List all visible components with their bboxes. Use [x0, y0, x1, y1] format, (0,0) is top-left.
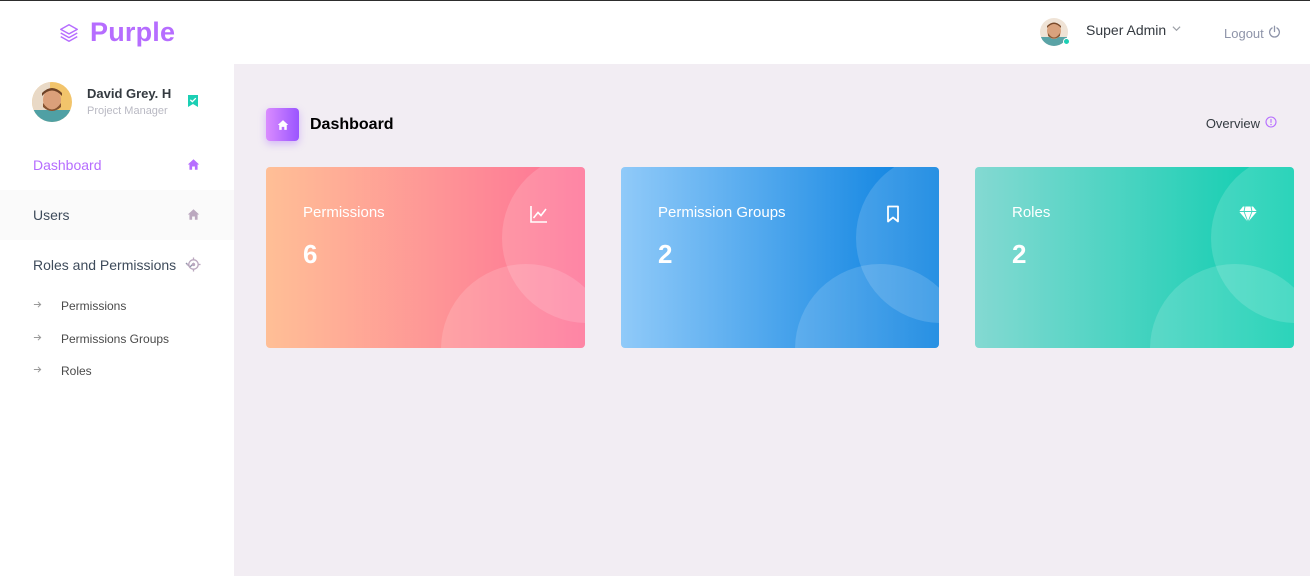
layers-icon	[58, 22, 80, 44]
user-menu-dropdown[interactable]: Super Admin	[1086, 22, 1181, 38]
overview-link[interactable]: Overview	[1206, 116, 1277, 131]
logout-label: Logout	[1224, 25, 1264, 41]
online-status-dot	[1063, 38, 1070, 45]
profile-role: Project Manager	[87, 105, 168, 117]
stat-card-permission-groups[interactable]: Permission Groups 2	[621, 167, 939, 348]
stat-card-roles[interactable]: Roles 2	[975, 167, 1294, 348]
arrow-right-icon	[33, 365, 44, 377]
brand-logo[interactable]: Purple	[58, 17, 175, 48]
arrow-right-icon	[33, 300, 44, 312]
overview-label: Overview	[1205, 116, 1260, 131]
sidebar-subitem-permissions-groups[interactable]: Permissions Groups	[33, 328, 223, 350]
card-decoration-circle	[441, 264, 585, 348]
diamond-icon	[1238, 204, 1258, 224]
sidebar-item-roles-and-permissions[interactable]: Roles and Permissions	[0, 240, 234, 290]
arrow-right-icon	[33, 333, 44, 345]
subitem-label: Permissions Groups	[61, 332, 170, 346]
sidebar-item-label: Users	[33, 207, 70, 223]
sidebar-item-label: Roles and Permissions	[33, 257, 177, 273]
profile-name: David Grey. H	[87, 86, 172, 101]
page-header: Dashboard	[266, 108, 394, 141]
sidebar-item-dashboard[interactable]: Dashboard	[0, 140, 234, 190]
sidebar: David Grey. H Project Manager Dashboard …	[0, 64, 234, 576]
top-navbar: Purple Super Admin Logout	[0, 1, 1310, 64]
home-icon	[266, 108, 299, 141]
home-icon	[186, 207, 201, 222]
main-content: Dashboard Overview Permissions 6 Permiss…	[234, 64, 1310, 576]
card-value: 2	[1012, 239, 1027, 269]
subitem-label: Roles	[61, 364, 92, 378]
user-name: Super Admin	[1086, 22, 1167, 38]
logout-button[interactable]: Logout	[1224, 25, 1281, 41]
card-decoration-circle	[1150, 264, 1294, 348]
bookmark-check-icon	[187, 94, 199, 108]
sidebar-item-label: Dashboard	[33, 157, 102, 173]
card-title: Permissions	[303, 204, 385, 221]
page-title: Dashboard	[310, 115, 394, 133]
sidebar-profile[interactable]: David Grey. H Project Manager	[32, 82, 212, 122]
brand-name: Purple	[90, 17, 176, 47]
profile-avatar	[32, 82, 72, 122]
sidebar-item-users[interactable]: Users	[0, 190, 234, 240]
card-value: 2	[658, 239, 673, 269]
card-value: 6	[303, 239, 318, 269]
subitem-label: Permissions	[61, 299, 127, 313]
card-title: Roles	[1012, 204, 1051, 221]
home-icon	[186, 157, 201, 172]
crosshairs-icon	[186, 257, 201, 272]
sidebar-subitem-roles[interactable]: Roles	[33, 360, 223, 382]
stat-card-permissions[interactable]: Permissions 6	[266, 167, 585, 348]
sidebar-subitem-permissions[interactable]: Permissions	[33, 295, 223, 317]
card-title: Permission Groups	[658, 204, 786, 221]
power-icon	[1268, 25, 1281, 41]
chart-line-icon	[529, 204, 549, 224]
chevron-down-icon	[1172, 24, 1181, 36]
navbar-user-avatar[interactable]	[1040, 18, 1070, 46]
card-decoration-circle	[795, 264, 939, 348]
info-icon	[1265, 116, 1277, 131]
bookmark-icon	[883, 204, 903, 224]
